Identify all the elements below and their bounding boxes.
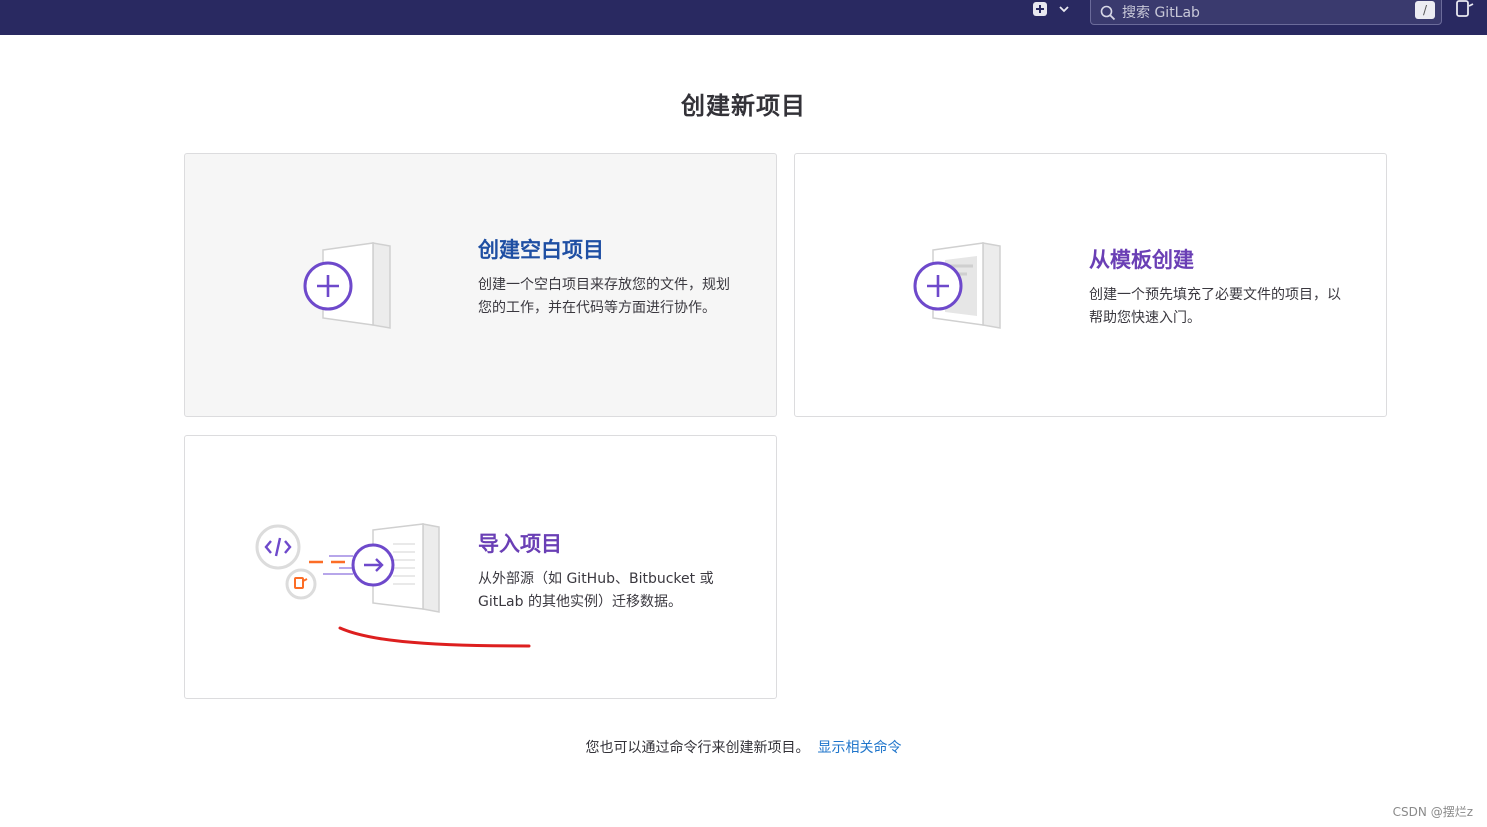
template-illustration — [913, 242, 1001, 329]
cli-hint-text: 您也可以通过命令行来创建新项目。 — [585, 740, 810, 756]
top-navbar: / — [0, 0, 1487, 35]
cli-hint: 您也可以通过命令行来创建新项目。 显示相关命令 — [0, 737, 1487, 757]
import-project-description: 从外部源（如 GitHub、Bitbucket 或 GitLab 的其他实例）迁… — [478, 571, 714, 610]
blank-project-title[interactable]: 创建空白项目 — [478, 234, 734, 264]
watermark: CSDN @摆烂z — [1392, 805, 1473, 819]
template-title[interactable]: 从模板创建 — [1089, 244, 1345, 274]
create-from-template-card[interactable]: 从模板创建 创建一个预先填充了必要文件的项目，以帮助您快速入门。 — [794, 153, 1387, 417]
search-box[interactable]: / — [1090, 0, 1442, 25]
import-project-illustration — [255, 523, 440, 613]
blank-project-illustration — [303, 242, 391, 329]
import-project-card[interactable]: 导入项目 从外部源（如 GitHub、Bitbucket 或 GitLab 的其… — [184, 435, 777, 699]
create-blank-project-card[interactable]: 创建空白项目 创建一个空白项目来存放您的文件，规划您的工作，并在代码等方面进行协… — [184, 153, 777, 417]
red-underline-annotation — [338, 626, 531, 648]
search-icon — [1100, 5, 1116, 20]
search-input[interactable] — [1122, 4, 1412, 21]
blank-project-description: 创建一个空白项目来存放您的文件，规划您的工作，并在代码等方面进行协作。 — [478, 277, 730, 316]
chevron-down-icon — [1059, 6, 1069, 13]
import-project-title[interactable]: 导入项目 — [478, 528, 734, 558]
search-shortcut-key: / — [1415, 1, 1435, 19]
page-title: 创建新项目 — [681, 92, 806, 120]
todo-list-icon[interactable] — [1455, 0, 1475, 18]
new-menu-button[interactable] — [1033, 0, 1081, 18]
show-commands-link[interactable]: 显示相关命令 — [818, 740, 902, 756]
plus-square-icon — [1033, 2, 1047, 16]
template-description: 创建一个预先填充了必要文件的项目，以帮助您快速入门。 — [1089, 287, 1341, 326]
